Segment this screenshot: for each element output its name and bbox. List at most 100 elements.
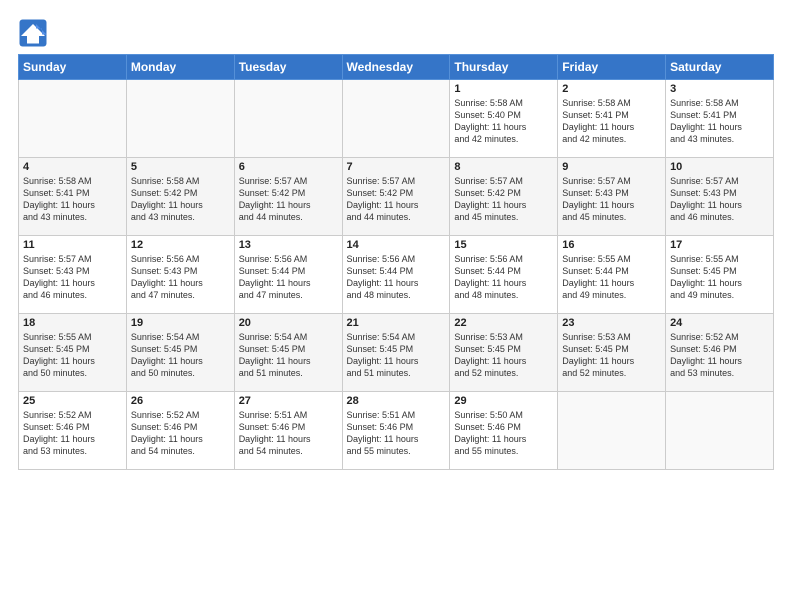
day-number: 22 [454,317,553,329]
calendar-cell: 16 Sunrise: 5:55 AM Sunset: 5:44 PM Dayli… [558,236,666,314]
day-info: Sunrise: 5:54 AM Sunset: 5:45 PM Dayligh… [347,331,446,380]
calendar-week: 11 Sunrise: 5:57 AM Sunset: 5:43 PM Dayli… [19,236,774,314]
day-number: 6 [239,161,338,173]
day-number: 7 [347,161,446,173]
day-info: Sunrise: 5:56 AM Sunset: 5:44 PM Dayligh… [347,253,446,302]
day-info: Sunrise: 5:53 AM Sunset: 5:45 PM Dayligh… [562,331,661,380]
day-info: Sunrise: 5:58 AM Sunset: 5:42 PM Dayligh… [131,175,230,224]
calendar-cell: 25Sunrise: 5:52 AM Sunset: 5:46 PM Dayli… [19,392,127,470]
day-number: 4 [23,161,122,173]
day-number: 17 [670,239,769,251]
day-number: 13 [239,239,338,251]
calendar-cell: 26 Sunrise: 5:52 AM Sunset: 5:46 PM Dayli… [126,392,234,470]
day-number: 14 [347,239,446,251]
day-number: 26 [131,395,230,407]
day-header: Wednesday [342,55,450,80]
day-info: Sunrise: 5:50 AM Sunset: 5:46 PM Dayligh… [454,409,553,458]
calendar-cell: 2Sunrise: 5:58 AM Sunset: 5:41 PM Daylig… [558,80,666,158]
day-info: Sunrise: 5:55 AM Sunset: 5:45 PM Dayligh… [23,331,122,380]
calendar-cell: 29Sunrise: 5:50 AM Sunset: 5:46 PM Dayli… [450,392,558,470]
calendar-cell: 11 Sunrise: 5:57 AM Sunset: 5:43 PM Dayli… [19,236,127,314]
calendar-week: 18 Sunrise: 5:55 AM Sunset: 5:45 PM Dayli… [19,314,774,392]
day-info: Sunrise: 5:55 AM Sunset: 5:45 PM Dayligh… [670,253,769,302]
calendar-cell: 12 Sunrise: 5:56 AM Sunset: 5:43 PM Dayli… [126,236,234,314]
day-number: 27 [239,395,338,407]
day-number: 12 [131,239,230,251]
day-info: Sunrise: 5:57 AM Sunset: 5:42 PM Dayligh… [239,175,338,224]
calendar-cell [666,392,774,470]
calendar-cell: 21 Sunrise: 5:54 AM Sunset: 5:45 PM Dayli… [342,314,450,392]
day-info: Sunrise: 5:58 AM Sunset: 5:40 PM Dayligh… [454,97,553,146]
day-number: 28 [347,395,446,407]
calendar-cell [558,392,666,470]
day-info: Sunrise: 5:57 AM Sunset: 5:43 PM Dayligh… [562,175,661,224]
day-number: 3 [670,83,769,95]
day-info: Sunrise: 5:51 AM Sunset: 5:46 PM Dayligh… [239,409,338,458]
day-number: 9 [562,161,661,173]
day-number: 8 [454,161,553,173]
calendar-week: 4 Sunrise: 5:58 AM Sunset: 5:41 PM Daylig… [19,158,774,236]
day-number: 11 [23,239,122,251]
calendar-cell: 14 Sunrise: 5:56 AM Sunset: 5:44 PM Dayli… [342,236,450,314]
day-number: 18 [23,317,122,329]
calendar-cell: 24 Sunrise: 5:52 AM Sunset: 5:46 PM Dayli… [666,314,774,392]
day-number: 20 [239,317,338,329]
day-number: 24 [670,317,769,329]
header-row: SundayMondayTuesdayWednesdayThursdayFrid… [19,55,774,80]
calendar-cell: 13 Sunrise: 5:56 AM Sunset: 5:44 PM Dayli… [234,236,342,314]
day-info: Sunrise: 5:56 AM Sunset: 5:44 PM Dayligh… [239,253,338,302]
day-info: Sunrise: 5:51 AM Sunset: 5:46 PM Dayligh… [347,409,446,458]
calendar-cell: 6 Sunrise: 5:57 AM Sunset: 5:42 PM Daylig… [234,158,342,236]
calendar-cell [19,80,127,158]
day-info: Sunrise: 5:54 AM Sunset: 5:45 PM Dayligh… [239,331,338,380]
calendar-week: 1 Sunrise: 5:58 AM Sunset: 5:40 PM Daylig… [19,80,774,158]
day-header: Saturday [666,55,774,80]
calendar-cell: 20 Sunrise: 5:54 AM Sunset: 5:45 PM Dayli… [234,314,342,392]
logo [18,18,52,48]
calendar-cell: 8Sunrise: 5:57 AM Sunset: 5:42 PM Daylig… [450,158,558,236]
day-info: Sunrise: 5:57 AM Sunset: 5:43 PM Dayligh… [23,253,122,302]
day-info: Sunrise: 5:56 AM Sunset: 5:43 PM Dayligh… [131,253,230,302]
calendar-cell: 15Sunrise: 5:56 AM Sunset: 5:44 PM Dayli… [450,236,558,314]
calendar-cell [126,80,234,158]
calendar-cell: 5Sunrise: 5:58 AM Sunset: 5:42 PM Daylig… [126,158,234,236]
day-header: Monday [126,55,234,80]
calendar-cell: 3Sunrise: 5:58 AM Sunset: 5:41 PM Daylig… [666,80,774,158]
day-header: Friday [558,55,666,80]
day-info: Sunrise: 5:58 AM Sunset: 5:41 PM Dayligh… [23,175,122,224]
calendar-week: 25 Sunrise: 5:52 AM Sunset: 5:46 PM Dayli… [19,392,774,470]
calendar-cell [234,80,342,158]
calendar-cell: 10Sunrise: 5:57 AM Sunset: 5:43 PM Dayli… [666,158,774,236]
day-header: Thursday [450,55,558,80]
day-info: Sunrise: 5:52 AM Sunset: 5:46 PM Dayligh… [670,331,769,380]
day-number: 23 [562,317,661,329]
calendar-cell [342,80,450,158]
calendar-cell: 22 Sunrise: 5:53 AM Sunset: 5:45 PM Dayli… [450,314,558,392]
day-info: Sunrise: 5:58 AM Sunset: 5:41 PM Dayligh… [562,97,661,146]
calendar-cell: 17 Sunrise: 5:55 AM Sunset: 5:45 PM Dayli… [666,236,774,314]
day-number: 1 [454,83,553,95]
calendar-cell: 7 Sunrise: 5:57 AM Sunset: 5:42 PM Daylig… [342,158,450,236]
calendar-cell: 9 Sunrise: 5:57 AM Sunset: 5:43 PM Daylig… [558,158,666,236]
logo-icon [18,18,48,48]
day-number: 16 [562,239,661,251]
day-info: Sunrise: 5:52 AM Sunset: 5:46 PM Dayligh… [131,409,230,458]
calendar-cell: 4 Sunrise: 5:58 AM Sunset: 5:41 PM Daylig… [19,158,127,236]
calendar-cell: 28 Sunrise: 5:51 AM Sunset: 5:46 PM Dayli… [342,392,450,470]
day-info: Sunrise: 5:57 AM Sunset: 5:43 PM Dayligh… [670,175,769,224]
calendar-cell: 19Sunrise: 5:54 AM Sunset: 5:45 PM Dayli… [126,314,234,392]
header [18,18,774,48]
calendar-cell: 23 Sunrise: 5:53 AM Sunset: 5:45 PM Dayli… [558,314,666,392]
calendar-cell: 27 Sunrise: 5:51 AM Sunset: 5:46 PM Dayli… [234,392,342,470]
day-info: Sunrise: 5:57 AM Sunset: 5:42 PM Dayligh… [347,175,446,224]
day-info: Sunrise: 5:56 AM Sunset: 5:44 PM Dayligh… [454,253,553,302]
calendar-table: SundayMondayTuesdayWednesdayThursdayFrid… [18,54,774,470]
day-info: Sunrise: 5:55 AM Sunset: 5:44 PM Dayligh… [562,253,661,302]
day-number: 25 [23,395,122,407]
day-number: 21 [347,317,446,329]
day-header: Sunday [19,55,127,80]
page-container: SundayMondayTuesdayWednesdayThursdayFrid… [0,0,792,480]
day-header: Tuesday [234,55,342,80]
day-number: 19 [131,317,230,329]
day-info: Sunrise: 5:53 AM Sunset: 5:45 PM Dayligh… [454,331,553,380]
